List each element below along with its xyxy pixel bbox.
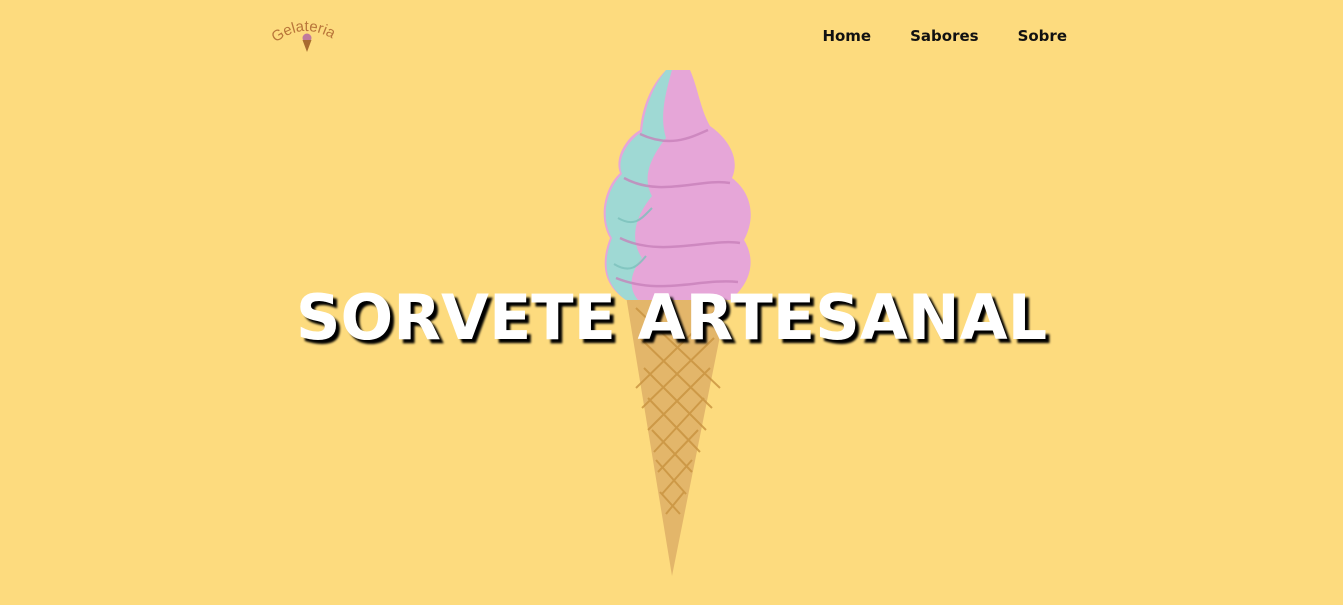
logo-link[interactable]: Gelateria xyxy=(268,14,348,60)
page: Gelateria Home Sabores Sobre SORVETE ART… xyxy=(0,0,1343,605)
main-nav: Home Sabores Sobre xyxy=(783,26,1067,46)
nav-sabores-link[interactable]: Sabores xyxy=(871,26,978,46)
nav-sobre-link[interactable]: Sobre xyxy=(979,26,1067,46)
logo-cone-icon xyxy=(302,33,312,52)
soft-serve-swirl xyxy=(603,70,751,300)
nav-home-link[interactable]: Home xyxy=(783,26,871,46)
hero-title: SORVETE ARTESANAL xyxy=(295,281,1048,354)
gelateria-logo: Gelateria xyxy=(268,18,339,52)
